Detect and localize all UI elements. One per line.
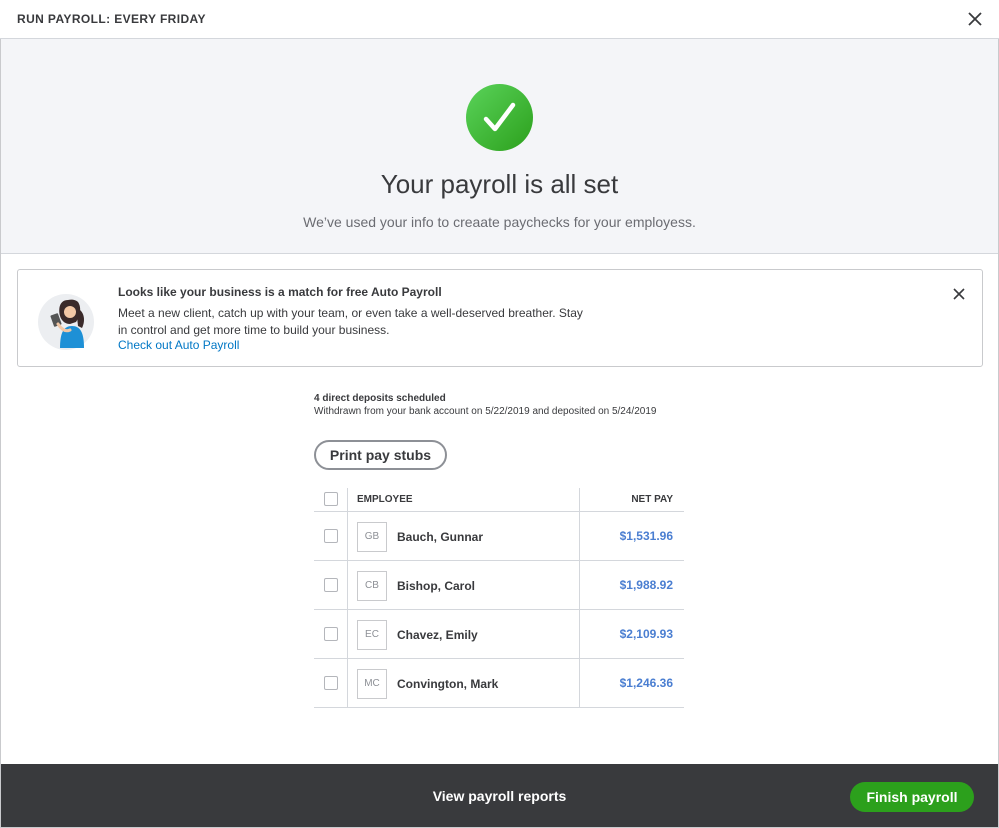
footer-center: View payroll reports (1, 788, 998, 804)
dialog-footer: View payroll reports Finish payroll (1, 764, 998, 827)
employee-name: Bauch, Gunnar (397, 530, 484, 544)
net-pay-amount[interactable]: $1,246.36 (620, 676, 673, 690)
column-divider (347, 488, 348, 511)
employee-name: Bishop, Carol (397, 579, 476, 593)
deposit-summary: 4 direct deposits scheduled Withdrawn fr… (314, 393, 656, 417)
row-checkbox[interactable] (324, 676, 338, 690)
avatar: MC (357, 669, 387, 699)
column-divider (347, 512, 348, 560)
promo-heading: Looks like your business is a match for … (118, 285, 442, 299)
column-divider (347, 561, 348, 609)
promo-body: Meet a new client, catch up with your te… (118, 306, 583, 337)
close-icon[interactable] (951, 286, 967, 302)
column-divider (579, 561, 580, 609)
net-pay-amount[interactable]: $1,988.92 (620, 578, 673, 592)
column-divider (579, 659, 580, 707)
row-checkbox[interactable] (324, 529, 338, 543)
view-payroll-reports-link[interactable]: View payroll reports (433, 788, 567, 804)
employee-pay-table: EMPLOYEE NET PAY GB Bauch, Gunnar $1,531… (314, 488, 684, 708)
table-row: MC Convington, Mark $1,246.36 (314, 659, 684, 708)
employee-column-header: EMPLOYEE (357, 494, 413, 505)
column-divider (579, 610, 580, 658)
employee-name: Convington, Mark (397, 677, 499, 691)
net-pay-column-header: NET PAY (631, 494, 673, 505)
column-divider (347, 610, 348, 658)
table-row: GB Bauch, Gunnar $1,531.96 (314, 512, 684, 561)
success-banner: Your payroll is all set We’ve used your … (1, 39, 998, 254)
employee-name: Chavez, Emily (397, 628, 478, 642)
success-subtext: We’ve used your info to creaate paycheck… (303, 214, 696, 230)
table-row: CB Bishop, Carol $1,988.92 (314, 561, 684, 610)
dialog-title: RUN PAYROLL: EVERY FRIDAY (17, 12, 206, 26)
column-divider (347, 659, 348, 707)
avatar: GB (357, 522, 387, 552)
deposit-detail: Withdrawn from your bank account on 5/22… (314, 406, 657, 417)
deposit-count: 4 direct deposits scheduled (314, 393, 446, 404)
net-pay-amount[interactable]: $1,531.96 (620, 529, 673, 543)
row-checkbox[interactable] (324, 578, 338, 592)
checkmark-icon (466, 84, 533, 151)
net-pay-amount[interactable]: $2,109.93 (620, 627, 673, 641)
person-illustration-icon (36, 286, 104, 352)
dialog-header: RUN PAYROLL: EVERY FRIDAY (0, 0, 999, 39)
select-all-checkbox[interactable] (324, 492, 338, 506)
auto-payroll-promo: Looks like your business is a match for … (17, 269, 983, 367)
finish-payroll-button[interactable]: Finish payroll (850, 782, 974, 812)
avatar: CB (357, 571, 387, 601)
avatar: EC (357, 620, 387, 650)
row-checkbox[interactable] (324, 627, 338, 641)
auto-payroll-link[interactable]: Check out Auto Payroll (118, 338, 239, 352)
success-heading: Your payroll is all set (380, 169, 619, 199)
close-icon[interactable] (965, 9, 985, 29)
column-divider (579, 512, 580, 560)
table-header: EMPLOYEE NET PAY (314, 488, 684, 512)
print-pay-stubs-button[interactable]: Print pay stubs (314, 440, 447, 470)
column-divider (579, 488, 580, 511)
table-row: EC Chavez, Emily $2,109.93 (314, 610, 684, 659)
